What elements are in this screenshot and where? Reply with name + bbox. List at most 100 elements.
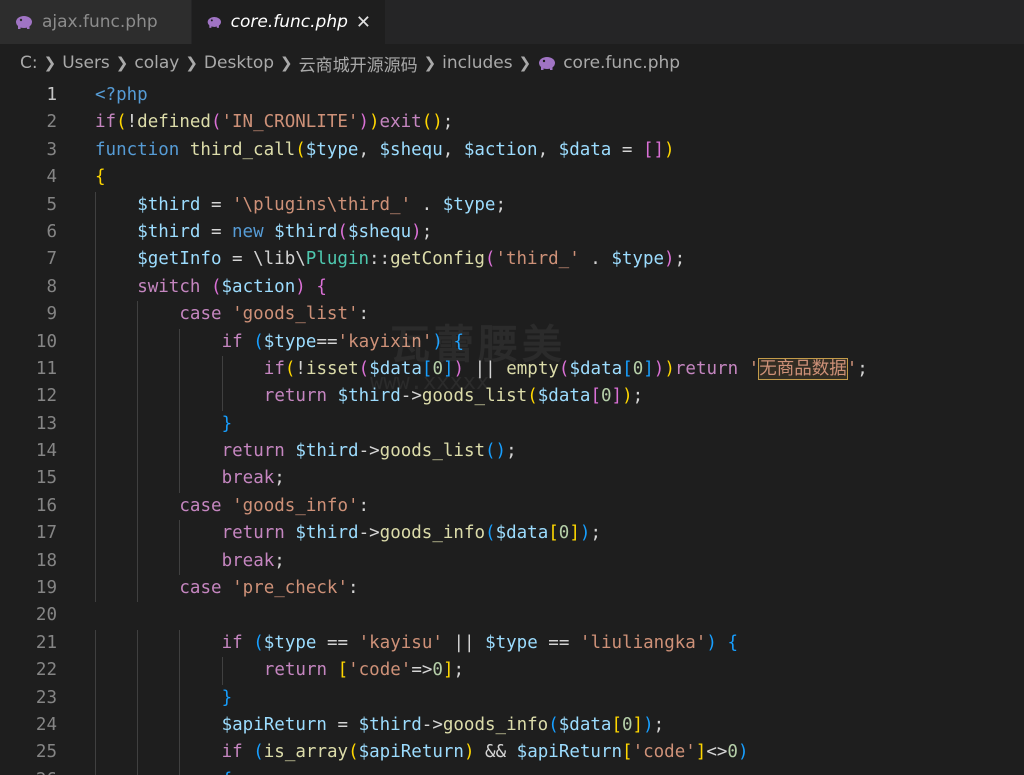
tab-core-func-php[interactable]: core.func.php ✕ — [192, 0, 386, 44]
code-line[interactable]: 23} — [0, 684, 1024, 712]
code-line[interactable]: 13} — [0, 410, 1024, 439]
code-token: if — [221, 331, 243, 352]
line-number: 5 — [46, 194, 57, 215]
code-token: ) — [664, 358, 675, 379]
chevron-right-icon: ❯ — [185, 54, 198, 72]
close-icon[interactable]: ✕ — [356, 12, 371, 33]
code-token: } — [221, 413, 233, 434]
code-line[interactable]: 11 if(!isset($data[0]) || empty($data[0])… — [0, 355, 1024, 384]
breadcrumb-item[interactable]: Users — [62, 53, 110, 73]
code-token: [] — [642, 139, 665, 160]
code-editor[interactable]: 1 <?php 2 if(!defined('IN_CRONLITE'))exit()… — [0, 82, 1024, 775]
code-line[interactable]: 26 { — [0, 766, 1024, 775]
breadcrumb-item[interactable]: includes — [442, 53, 512, 73]
code-line[interactable]: 14 return $third->goods_list(); — [0, 438, 1024, 466]
line-number: 10 — [35, 331, 57, 352]
code-line[interactable]: 19 case 'pre_check': — [0, 575, 1024, 603]
code-token: -> — [400, 386, 422, 407]
code-token: == — [316, 632, 359, 653]
code-token: 'code' — [632, 742, 696, 763]
indent-guide — [221, 355, 223, 384]
code-line[interactable]: 17 return $third->goods_info($data[0]); — [0, 520, 1024, 548]
code-token: [ — [337, 660, 349, 681]
code-line[interactable]: 21 if ($type == 'kayisu' || $type == 'liu… — [0, 629, 1024, 658]
code-token: ( — [253, 742, 264, 763]
code-token: goods_info — [442, 714, 549, 735]
indent-guide — [95, 246, 96, 274]
code-token: ) — [622, 386, 633, 407]
code-line[interactable]: 18 break; — [0, 547, 1024, 576]
code-line[interactable]: 20 — [0, 602, 1024, 629]
indent-guide — [179, 355, 181, 384]
indent-guide — [179, 438, 181, 466]
breadcrumb-item[interactable]: C: — [20, 53, 38, 73]
indent-guide — [137, 766, 139, 775]
code-token: ; — [453, 660, 465, 681]
code-line[interactable]: 4{ — [0, 164, 1024, 191]
code-token: $data — [495, 523, 549, 544]
code-token: 0 — [622, 714, 633, 735]
code-line[interactable]: 2 if(!defined('IN_CRONLITE'))exit(); — [0, 109, 1024, 136]
breadcrumb-item[interactable]: colay — [134, 53, 179, 73]
breadcrumb-item[interactable]: Desktop — [204, 53, 274, 73]
code-token: goods_list — [421, 386, 528, 407]
indent-guide — [179, 657, 181, 685]
code-line[interactable]: 12 return $third->goods_list($data[0]); — [0, 383, 1024, 411]
indent-guide — [179, 739, 181, 767]
code-token: $type — [485, 632, 538, 653]
indent-guide — [95, 383, 96, 411]
line-number: 2 — [46, 112, 57, 133]
code-token: ; — [495, 194, 506, 215]
line-number: 9 — [46, 304, 57, 325]
code-token: ( — [484, 249, 496, 270]
code-line[interactable]: 16 case 'goods_info': — [0, 492, 1024, 521]
code-line[interactable]: 5 $third = '\plugins\third_' . $type; — [0, 191, 1024, 219]
code-token: ) — [653, 358, 665, 379]
line-number: 12 — [35, 386, 57, 407]
breadcrumb-item[interactable]: 云商城开源源码 — [299, 51, 418, 76]
indent-guide — [179, 684, 181, 712]
code-line[interactable]: 22 return ['code'=>0]; — [0, 657, 1024, 685]
code-text: $apiReturn = $third->goods_info($data[0]… — [222, 712, 665, 739]
code-line[interactable]: 9 case 'goods_list': — [0, 301, 1024, 329]
code-text: { — [95, 164, 106, 191]
indent-guide — [137, 465, 139, 493]
code-token: goods_list — [379, 441, 486, 462]
code-token: [ — [622, 742, 633, 763]
code-token: ) — [579, 523, 591, 544]
indent-guide — [137, 711, 139, 740]
line-number: 20 — [35, 605, 57, 626]
code-line[interactable]: 15 break; — [0, 465, 1024, 493]
code-line[interactable]: 24 $apiReturn = $third->goods_info($data[… — [0, 711, 1024, 740]
code-text: case 'goods_list': — [179, 301, 369, 328]
code-token: || — [442, 632, 486, 653]
code-line[interactable]: 7 $getInfo = \lib\Plugin::getConfig('thir… — [0, 246, 1024, 274]
code-token: 'goods_list' — [232, 304, 359, 325]
code-line[interactable]: 10 if ($type=='kayixin') { — [0, 328, 1024, 356]
indent-guide — [137, 657, 139, 685]
breadcrumb-item-file[interactable]: core.func.php — [537, 53, 680, 73]
code-text: if (is_array($apiReturn) && $apiReturn['… — [222, 739, 749, 766]
code-line[interactable]: 1 <?php — [0, 82, 1024, 109]
indent-guide — [179, 328, 181, 356]
line-number: 18 — [35, 550, 57, 571]
chevron-right-icon: ❯ — [423, 54, 437, 72]
code-line[interactable]: 8 switch ($action) { — [0, 273, 1024, 302]
code-token: ] — [632, 714, 644, 735]
code-token: [ — [421, 358, 433, 379]
line-number: 24 — [35, 714, 57, 735]
code-token: ( — [358, 358, 370, 379]
code-line[interactable]: 3 function third_call($type, $shequ, $act… — [0, 137, 1024, 164]
code-token: ; — [674, 249, 686, 270]
code-line[interactable]: 25 if (is_array($apiReturn) && $apiReturn… — [0, 739, 1024, 767]
code-token: 无商品数据 — [758, 357, 848, 380]
indent-guide — [221, 383, 223, 411]
code-token: $shequ — [379, 139, 443, 160]
tab-ajax-func-php[interactable]: ajax.func.php — [0, 0, 192, 44]
code-token: -> — [421, 714, 443, 735]
code-line[interactable]: 6 $third = new $third($shequ); — [0, 218, 1024, 247]
code-token: ( — [337, 221, 348, 242]
